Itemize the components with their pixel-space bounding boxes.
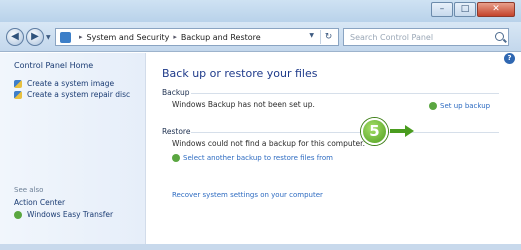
refresh-icon[interactable]: ↻	[320, 30, 336, 44]
search-icon[interactable]	[495, 32, 504, 41]
action-center-link[interactable]: Action Center	[14, 198, 65, 207]
link-label: Select another backup to restore files f…	[183, 154, 333, 162]
minimize-button[interactable]: –	[431, 2, 453, 17]
address-bar[interactable]: ▸ System and Security ▸ Backup and Resto…	[55, 28, 339, 46]
back-button[interactable]: ◀	[6, 28, 24, 46]
link-label: Set up backup	[440, 102, 491, 110]
create-system-repair-disc-link[interactable]: Create a system repair disc	[14, 90, 130, 99]
search-input[interactable]	[344, 29, 484, 45]
restore-section-label: Restore	[162, 127, 191, 136]
task-label: Create a system image	[27, 79, 115, 88]
transfer-icon	[14, 210, 22, 219]
window-controls: – □ ✕	[430, 2, 515, 17]
control-panel-window: – □ ✕ ◀ ▶ ▼ ▸ System and Security ▸ Back…	[0, 0, 521, 250]
recent-pages-chevron-down-icon[interactable]: ▼	[46, 34, 51, 41]
close-button[interactable]: ✕	[477, 2, 515, 17]
section-divider	[191, 132, 499, 133]
backup-section-label: Backup	[162, 88, 190, 97]
callout-arrow	[390, 129, 406, 133]
section-divider	[191, 93, 499, 94]
maximize-button[interactable]: □	[454, 2, 476, 17]
see-also-heading: See also	[14, 186, 44, 194]
recover-system-settings-link[interactable]: Recover system settings on your computer	[172, 191, 323, 199]
callout-arrowhead	[405, 125, 414, 137]
breadcrumb-separator[interactable]: ▸	[79, 33, 83, 41]
main-content: ? Back up or restore your files Backup W…	[147, 53, 521, 244]
windows-easy-transfer-link[interactable]: Windows Easy Transfer	[14, 210, 113, 219]
address-chevron-down-icon[interactable]: ▼	[309, 32, 314, 39]
restore-status-text: Windows could not find a backup for this…	[172, 139, 365, 148]
restore-icon	[172, 154, 180, 162]
link-label: Action Center	[14, 198, 66, 207]
help-icon[interactable]: ?	[504, 53, 515, 64]
title-bar[interactable]: – □ ✕	[0, 0, 521, 22]
set-up-backup-link[interactable]: Set up backup	[429, 102, 490, 110]
forward-button[interactable]: ▶	[26, 28, 44, 46]
backup-status-text: Windows Backup has not been set up.	[172, 100, 315, 109]
breadcrumb-backup-and-restore[interactable]: Backup and Restore	[181, 33, 261, 42]
shield-icon	[14, 90, 22, 99]
left-task-pane: Control Panel Home Create a system image…	[0, 53, 146, 244]
select-another-backup-link[interactable]: Select another backup to restore files f…	[172, 154, 333, 162]
page-title: Back up or restore your files	[162, 67, 318, 80]
link-label: Windows Easy Transfer	[27, 210, 114, 219]
backup-icon	[429, 102, 437, 110]
step-callout-badge: 5	[361, 118, 388, 145]
task-label: Create a system repair disc	[27, 90, 131, 99]
link-label: Recover system settings on your computer	[172, 191, 323, 199]
shield-icon	[14, 79, 22, 88]
breadcrumb-system-and-security[interactable]: System and Security	[87, 33, 170, 42]
navigation-bar: ◀ ▶ ▼ ▸ System and Security ▸ Backup and…	[0, 22, 521, 52]
create-system-image-link[interactable]: Create a system image	[14, 79, 114, 88]
control-panel-home-link[interactable]: Control Panel Home	[14, 61, 93, 70]
breadcrumb-separator[interactable]: ▸	[173, 33, 177, 41]
search-box[interactable]	[343, 28, 509, 46]
control-panel-icon	[60, 31, 71, 43]
window-bottom-border	[0, 244, 521, 250]
